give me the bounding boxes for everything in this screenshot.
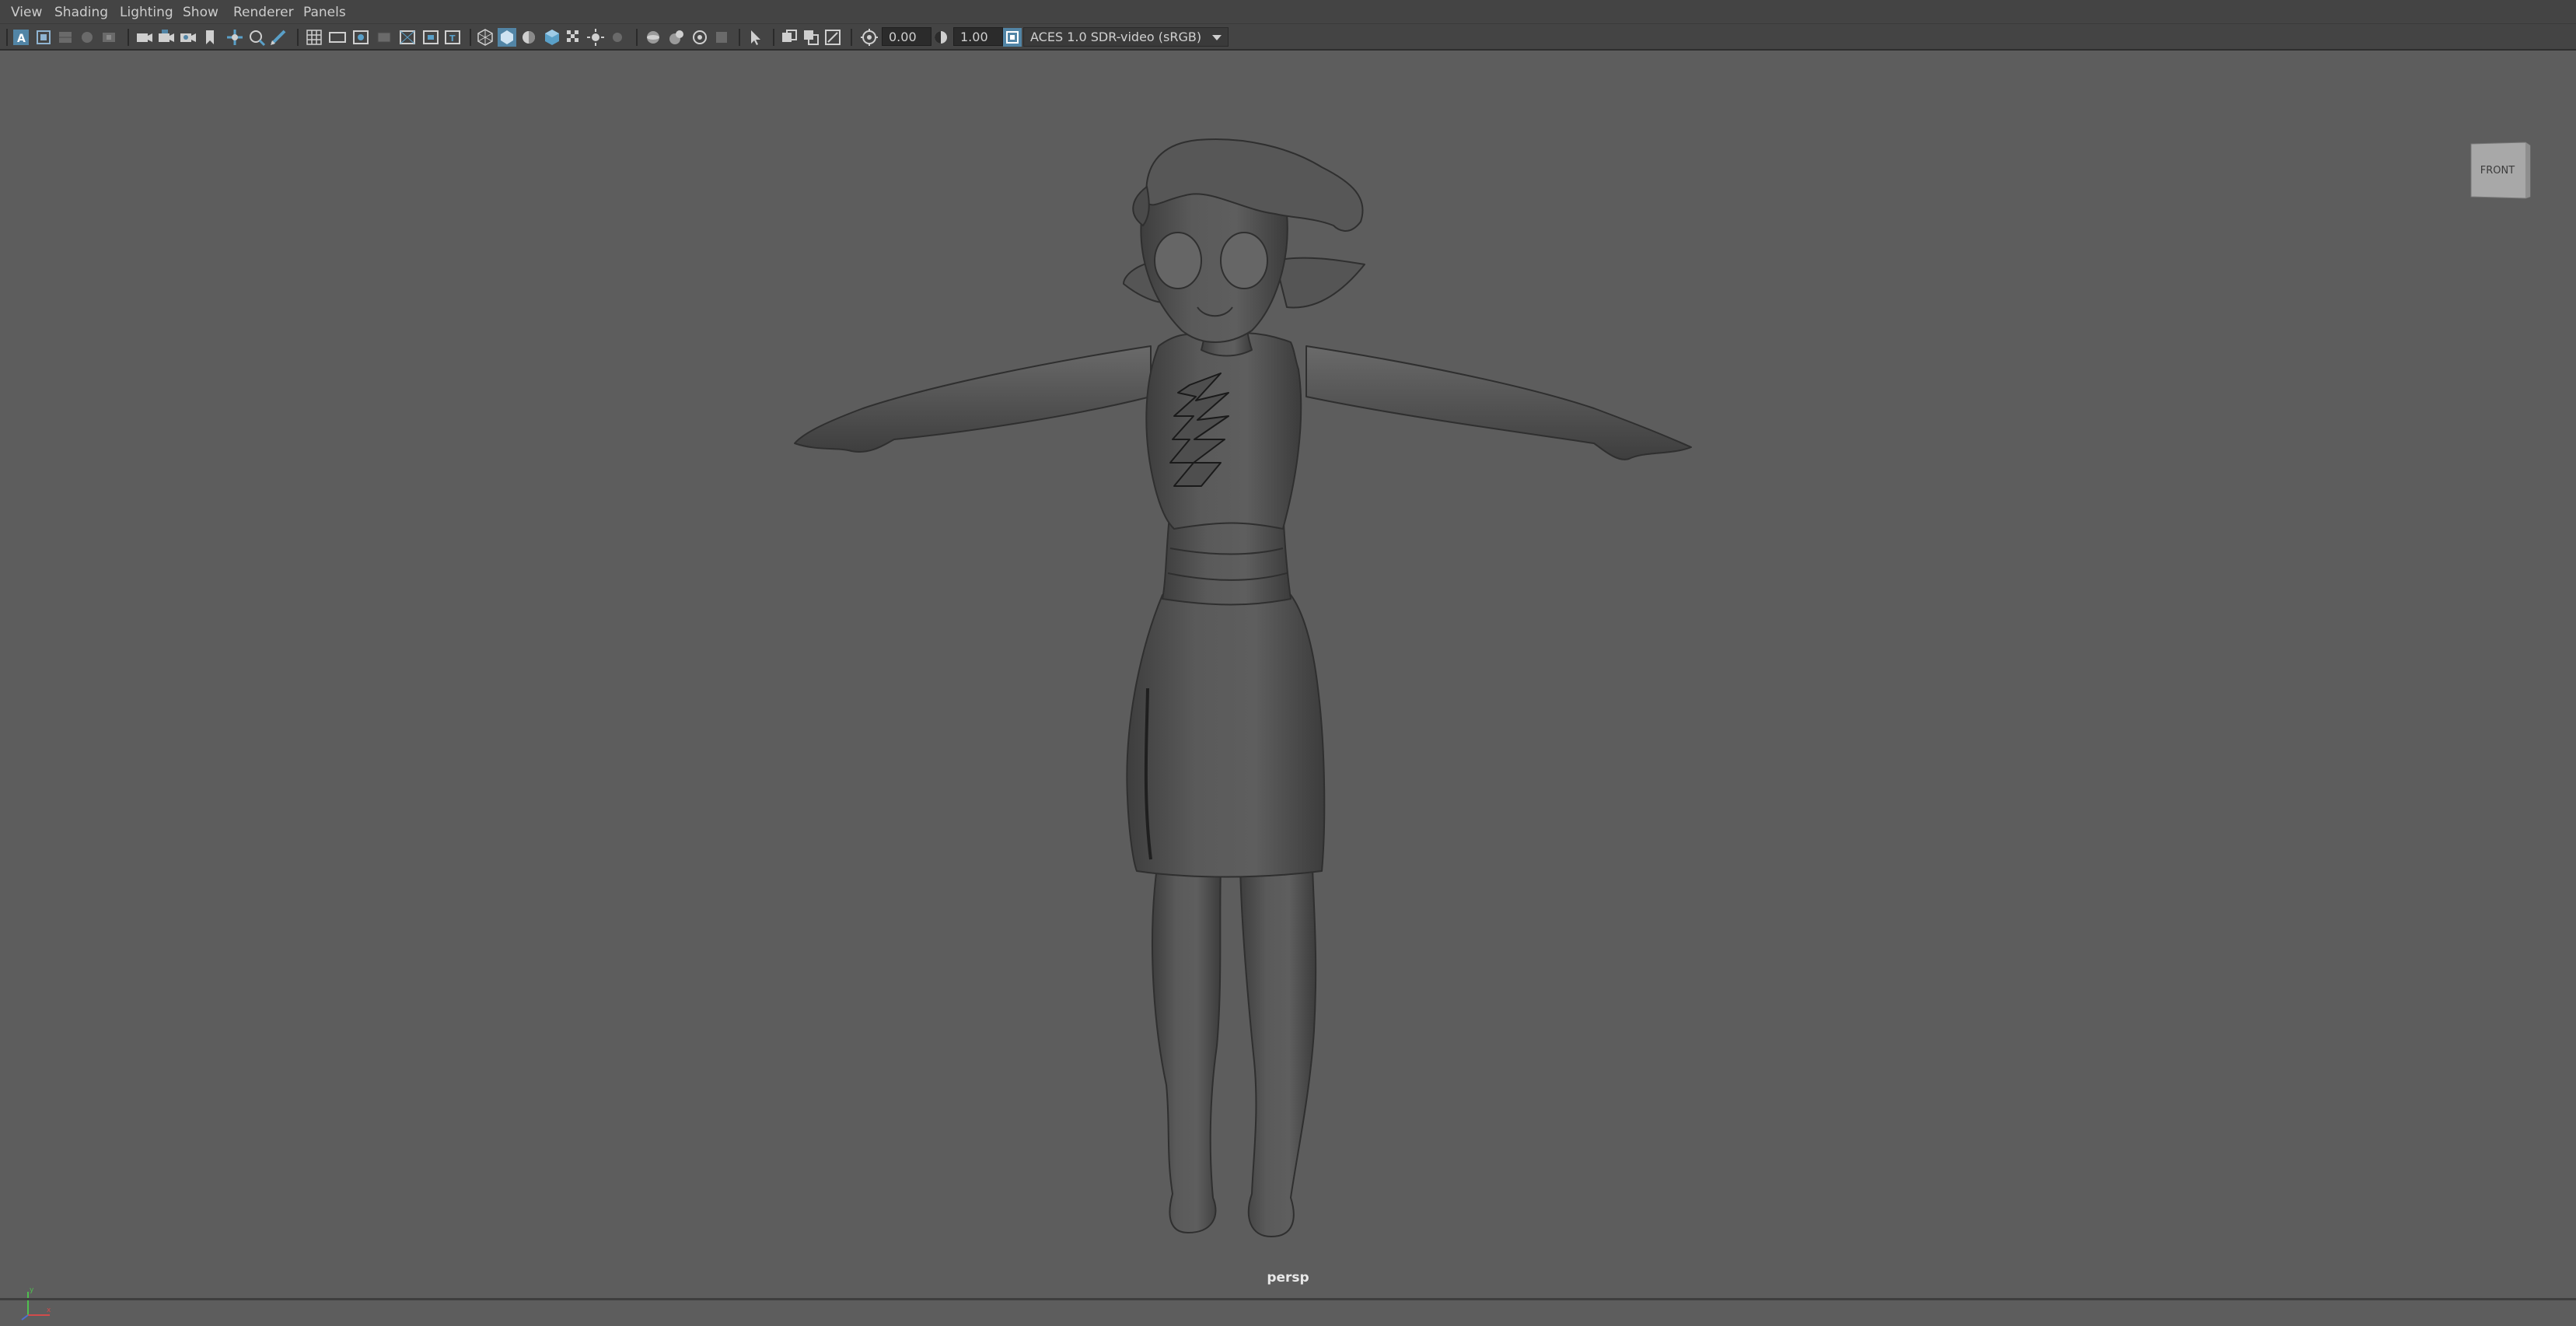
svg-text:T: T <box>449 33 456 44</box>
anti-aliasing-icon[interactable] <box>667 28 686 47</box>
panel-toolbar: A T 0.00 1.00 ACES 1.0 SDR-video (sRGB) <box>0 24 2576 51</box>
depth-of-field-icon[interactable] <box>690 28 709 47</box>
exposure-icon[interactable] <box>860 28 879 47</box>
film-gate-icon[interactable] <box>328 28 347 47</box>
toolbar-divider <box>6 29 8 46</box>
image-plane-icon[interactable] <box>78 28 96 47</box>
viewcube[interactable]: FRONT <box>2468 139 2533 200</box>
viewcube-face-label: FRONT <box>2480 165 2515 177</box>
menu-view[interactable]: View <box>11 4 42 21</box>
wireframe-icon[interactable] <box>476 28 495 47</box>
xray-icon[interactable] <box>780 28 799 47</box>
panel-menubar: View Shading Lighting Show Renderer Pane… <box>0 0 2576 24</box>
toolbar-divider <box>739 29 740 46</box>
viewport-3d[interactable]: FRONT y x <box>0 51 2576 1321</box>
2d-pan-zoom-icon[interactable] <box>100 28 118 47</box>
safe-action-icon[interactable] <box>421 28 440 47</box>
toolbar-divider <box>128 29 129 46</box>
gate-mask-icon[interactable] <box>375 28 393 47</box>
menu-panels[interactable]: Panels <box>303 4 346 21</box>
exposure-field[interactable]: 0.00 <box>882 27 931 46</box>
menu-show[interactable]: Show <box>183 4 218 21</box>
safe-title-icon[interactable]: T <box>443 28 462 47</box>
motion-blur-icon[interactable] <box>644 28 662 47</box>
select-camera-icon[interactable]: A <box>12 28 30 47</box>
camera-label: persp <box>1267 1270 1309 1286</box>
xray-joints-icon[interactable] <box>802 28 820 47</box>
gamma-field[interactable]: 1.00 <box>953 27 1003 46</box>
gamma-icon[interactable] <box>931 28 950 47</box>
svg-text:A: A <box>17 33 26 45</box>
color-management-icon[interactable] <box>1003 28 1022 47</box>
grease-pencil-icon[interactable] <box>269 28 288 47</box>
bookmark-icon[interactable] <box>201 28 219 47</box>
toolbar-divider <box>851 29 852 46</box>
field-chart-icon[interactable] <box>398 28 417 47</box>
pan-icon[interactable] <box>225 28 244 47</box>
toolbar-divider <box>636 29 638 46</box>
toolbar-divider <box>470 29 471 46</box>
camera-attributes-icon[interactable] <box>34 28 53 47</box>
smooth-shade-icon[interactable] <box>498 28 516 47</box>
color-space-dropdown[interactable]: ACES 1.0 SDR-video (sRGB) <box>1023 27 1229 47</box>
svg-text:y: y <box>30 1286 34 1294</box>
svg-text:x: x <box>47 1307 51 1314</box>
isolate-select-icon[interactable] <box>712 28 731 47</box>
toolbar-divider <box>773 29 774 46</box>
color-space-label: ACES 1.0 SDR-video (sRGB) <box>1030 30 1202 44</box>
use-all-lights-icon[interactable] <box>564 28 583 47</box>
camera-bookmark-icon[interactable] <box>179 28 197 47</box>
shadows-icon[interactable] <box>586 28 605 47</box>
axis-indicator-icon: y x <box>16 1284 54 1326</box>
toolbar-divider <box>297 29 299 46</box>
camera-icon[interactable] <box>135 28 154 47</box>
zoom-icon[interactable] <box>247 28 266 47</box>
chevron-down-icon <box>1211 31 1223 47</box>
default-material-icon[interactable] <box>519 28 538 47</box>
menu-renderer[interactable]: Renderer <box>233 4 294 21</box>
ambient-occlusion-icon[interactable] <box>608 28 627 47</box>
textured-icon[interactable] <box>543 28 561 47</box>
menu-shading[interactable]: Shading <box>54 4 108 21</box>
grid-icon[interactable] <box>305 28 323 47</box>
menu-lighting[interactable]: Lighting <box>120 4 173 21</box>
camera-lock-icon[interactable] <box>157 28 176 47</box>
resolution-gate-icon[interactable] <box>351 28 370 47</box>
select-arrow-icon[interactable] <box>746 28 765 47</box>
character-model[interactable] <box>0 51 2576 1298</box>
xray-active-icon[interactable] <box>823 28 842 47</box>
bookmarks-icon[interactable] <box>56 28 75 47</box>
